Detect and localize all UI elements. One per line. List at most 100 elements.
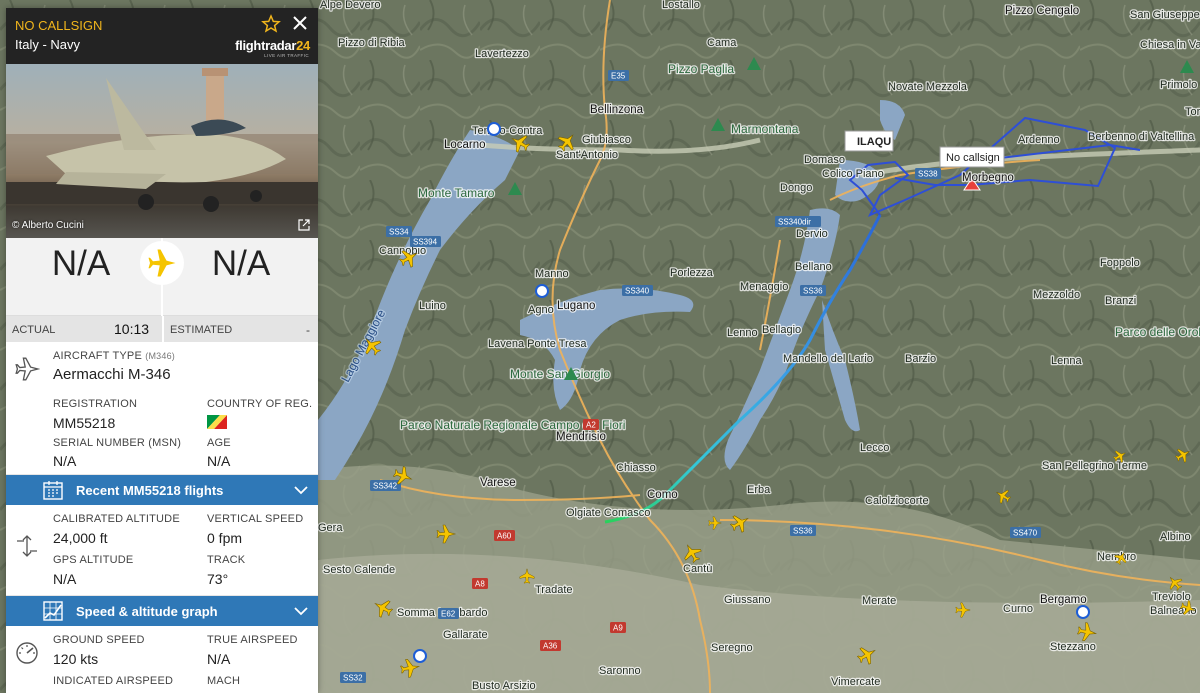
place-label: Agno <box>528 304 554 316</box>
chevron-down-icon[interactable] <box>294 605 308 617</box>
times-row: ACTUAL 10:13 ESTIMATED - <box>6 316 318 342</box>
place-label: Calolziocorte <box>865 495 929 507</box>
place-label: Sesto Calende <box>323 564 395 576</box>
aircraft-icon <box>15 357 40 381</box>
place-label: Manno <box>535 268 569 280</box>
calibrated-altitude-label: CALIBRATED ALTITUDE <box>53 513 180 525</box>
place-label: Gallarate <box>443 629 488 641</box>
svg-text:ILAQU: ILAQU <box>857 136 891 148</box>
estimated-label: ESTIMATED <box>170 324 233 336</box>
place-label: Chiasso <box>616 462 656 474</box>
place-label: Berbenno di Valtellina <box>1088 131 1195 143</box>
chevron-down-icon[interactable] <box>294 484 308 496</box>
place-label: Dervio <box>796 228 828 240</box>
place-label: Vimercate <box>831 676 880 688</box>
road-tag: A60 <box>497 532 512 541</box>
speed-graph-title: Speed & altitude graph <box>76 604 218 619</box>
place-label: Sant'Antonio <box>556 149 618 161</box>
ground-speed-label: GROUND SPEED <box>53 634 145 646</box>
vertical-speed-label: VERTICAL SPEED <box>207 513 304 525</box>
place-label: Albino <box>1160 531 1191 543</box>
registration[interactable]: MM55218 <box>53 415 115 431</box>
estimated-time: - <box>306 323 310 337</box>
place-label: Busto Arsizio <box>472 680 536 692</box>
actual-label: ACTUAL <box>12 324 56 336</box>
vertical-speed: 0 fpm <box>207 530 243 546</box>
place-label: Treviolo <box>1152 591 1191 603</box>
place-label: Mandello del Lario <box>783 353 873 365</box>
speed-altitude-graph-bar[interactable]: Speed & altitude graph <box>6 596 318 626</box>
place-label: Branzi <box>1105 295 1136 307</box>
place-label: Bellagio <box>762 324 801 336</box>
place-label: Como <box>647 489 678 501</box>
place-label: Cantù <box>683 563 712 575</box>
country-label: COUNTRY OF REG. <box>207 398 313 410</box>
road-tag: SS34 <box>389 228 409 237</box>
callsign-tooltip[interactable]: No callsign <box>939 146 1005 168</box>
place-label: Erba <box>747 484 771 496</box>
serial-number: N/A <box>53 453 77 469</box>
place-label: Monte San Giorgio <box>510 367 610 381</box>
place-label: Morbegno <box>962 172 1014 184</box>
place-label: Dongo <box>780 182 812 194</box>
road-tag: E35 <box>611 72 626 81</box>
logo-tagline: LIVE AIR TRAFFIC <box>264 53 309 58</box>
aircraft-type-code: (M346) <box>145 351 175 361</box>
speedometer-icon <box>16 642 38 664</box>
other-aircraft-tooltip[interactable]: ILAQU <box>844 130 894 152</box>
place-label: Saronno <box>599 665 641 677</box>
place-label: Chiesa in Valmalenco <box>1140 39 1200 51</box>
place-label: Curno <box>1003 603 1033 615</box>
place-label: Lenno <box>727 327 758 339</box>
place-label: Stezzano <box>1050 641 1096 653</box>
aircraft-section: AIRCRAFT TYPE (M346) Aermacchi M-346 REG… <box>6 342 318 475</box>
calendar-icon <box>43 481 63 500</box>
road-tag: SS340 <box>625 287 650 296</box>
star-icon[interactable] <box>261 14 281 34</box>
close-icon[interactable] <box>291 14 309 32</box>
expand-photo-icon[interactable] <box>298 219 310 231</box>
place-label: Giussano <box>724 594 770 606</box>
place-label: Barzio <box>905 353 936 365</box>
place-label: Varese <box>480 477 516 489</box>
road-tag: SS36 <box>793 527 813 536</box>
place-label: Pizzo Cengalo <box>1005 5 1079 17</box>
actual-time: 10:13 <box>114 321 150 337</box>
speed-section: GROUND SPEED 120 kts TRUE AIRSPEED N/A I… <box>6 626 318 693</box>
fr24-logo[interactable]: flightradar24 <box>235 38 310 53</box>
place-label: Seregno <box>711 642 753 654</box>
place-label: Gera <box>318 522 343 534</box>
road-tag: SS394 <box>413 238 438 247</box>
place-label: Mezzoldo <box>1033 289 1080 301</box>
recent-flights-bar[interactable]: Recent MM55218 flights <box>6 475 318 505</box>
place-label: San Pellegrino Terme <box>1042 460 1147 472</box>
registration-label: REGISTRATION <box>53 398 138 410</box>
aircraft-photo[interactable]: © Alberto Cucini <box>6 64 318 238</box>
place-label: Monte Tamaro <box>418 186 495 200</box>
destination-airport[interactable]: N/A <box>176 244 306 284</box>
place-label: Locarno <box>444 139 486 151</box>
place-label: Luino <box>419 300 446 312</box>
place-label: Lavertezzo <box>475 48 529 60</box>
place-label: Giubiasco <box>582 134 631 146</box>
place-label: Novate Mezzola <box>888 81 968 93</box>
place-label: Lecco <box>860 442 889 454</box>
road-tag: SS470 <box>1013 529 1038 538</box>
track-label: TRACK <box>207 554 246 566</box>
road-tag: SS36 <box>803 287 823 296</box>
indicated-airspeed-label: INDICATED AIRSPEED <box>53 675 174 687</box>
place-label: Olgiate Comasco <box>566 507 650 519</box>
place-label: Torre <box>1185 106 1200 118</box>
origin-airport[interactable]: N/A <box>16 244 146 284</box>
place-label: Porlezza <box>670 267 714 279</box>
operator: Italy - Navy <box>15 37 81 52</box>
recent-flights-title: Recent MM55218 flights <box>76 483 224 498</box>
place-label: Lostallo <box>662 0 700 11</box>
road-tag: A9 <box>613 624 623 633</box>
place-label: Lugano <box>557 300 595 312</box>
aircraft-type: Aermacchi M-346 <box>53 366 171 383</box>
calibrated-altitude: 24,000 ft <box>53 530 108 546</box>
place-label: Pizzo Paglia <box>668 62 734 76</box>
callsign: NO CALLSIGN <box>15 18 103 33</box>
road-tag: A2 <box>586 421 596 430</box>
